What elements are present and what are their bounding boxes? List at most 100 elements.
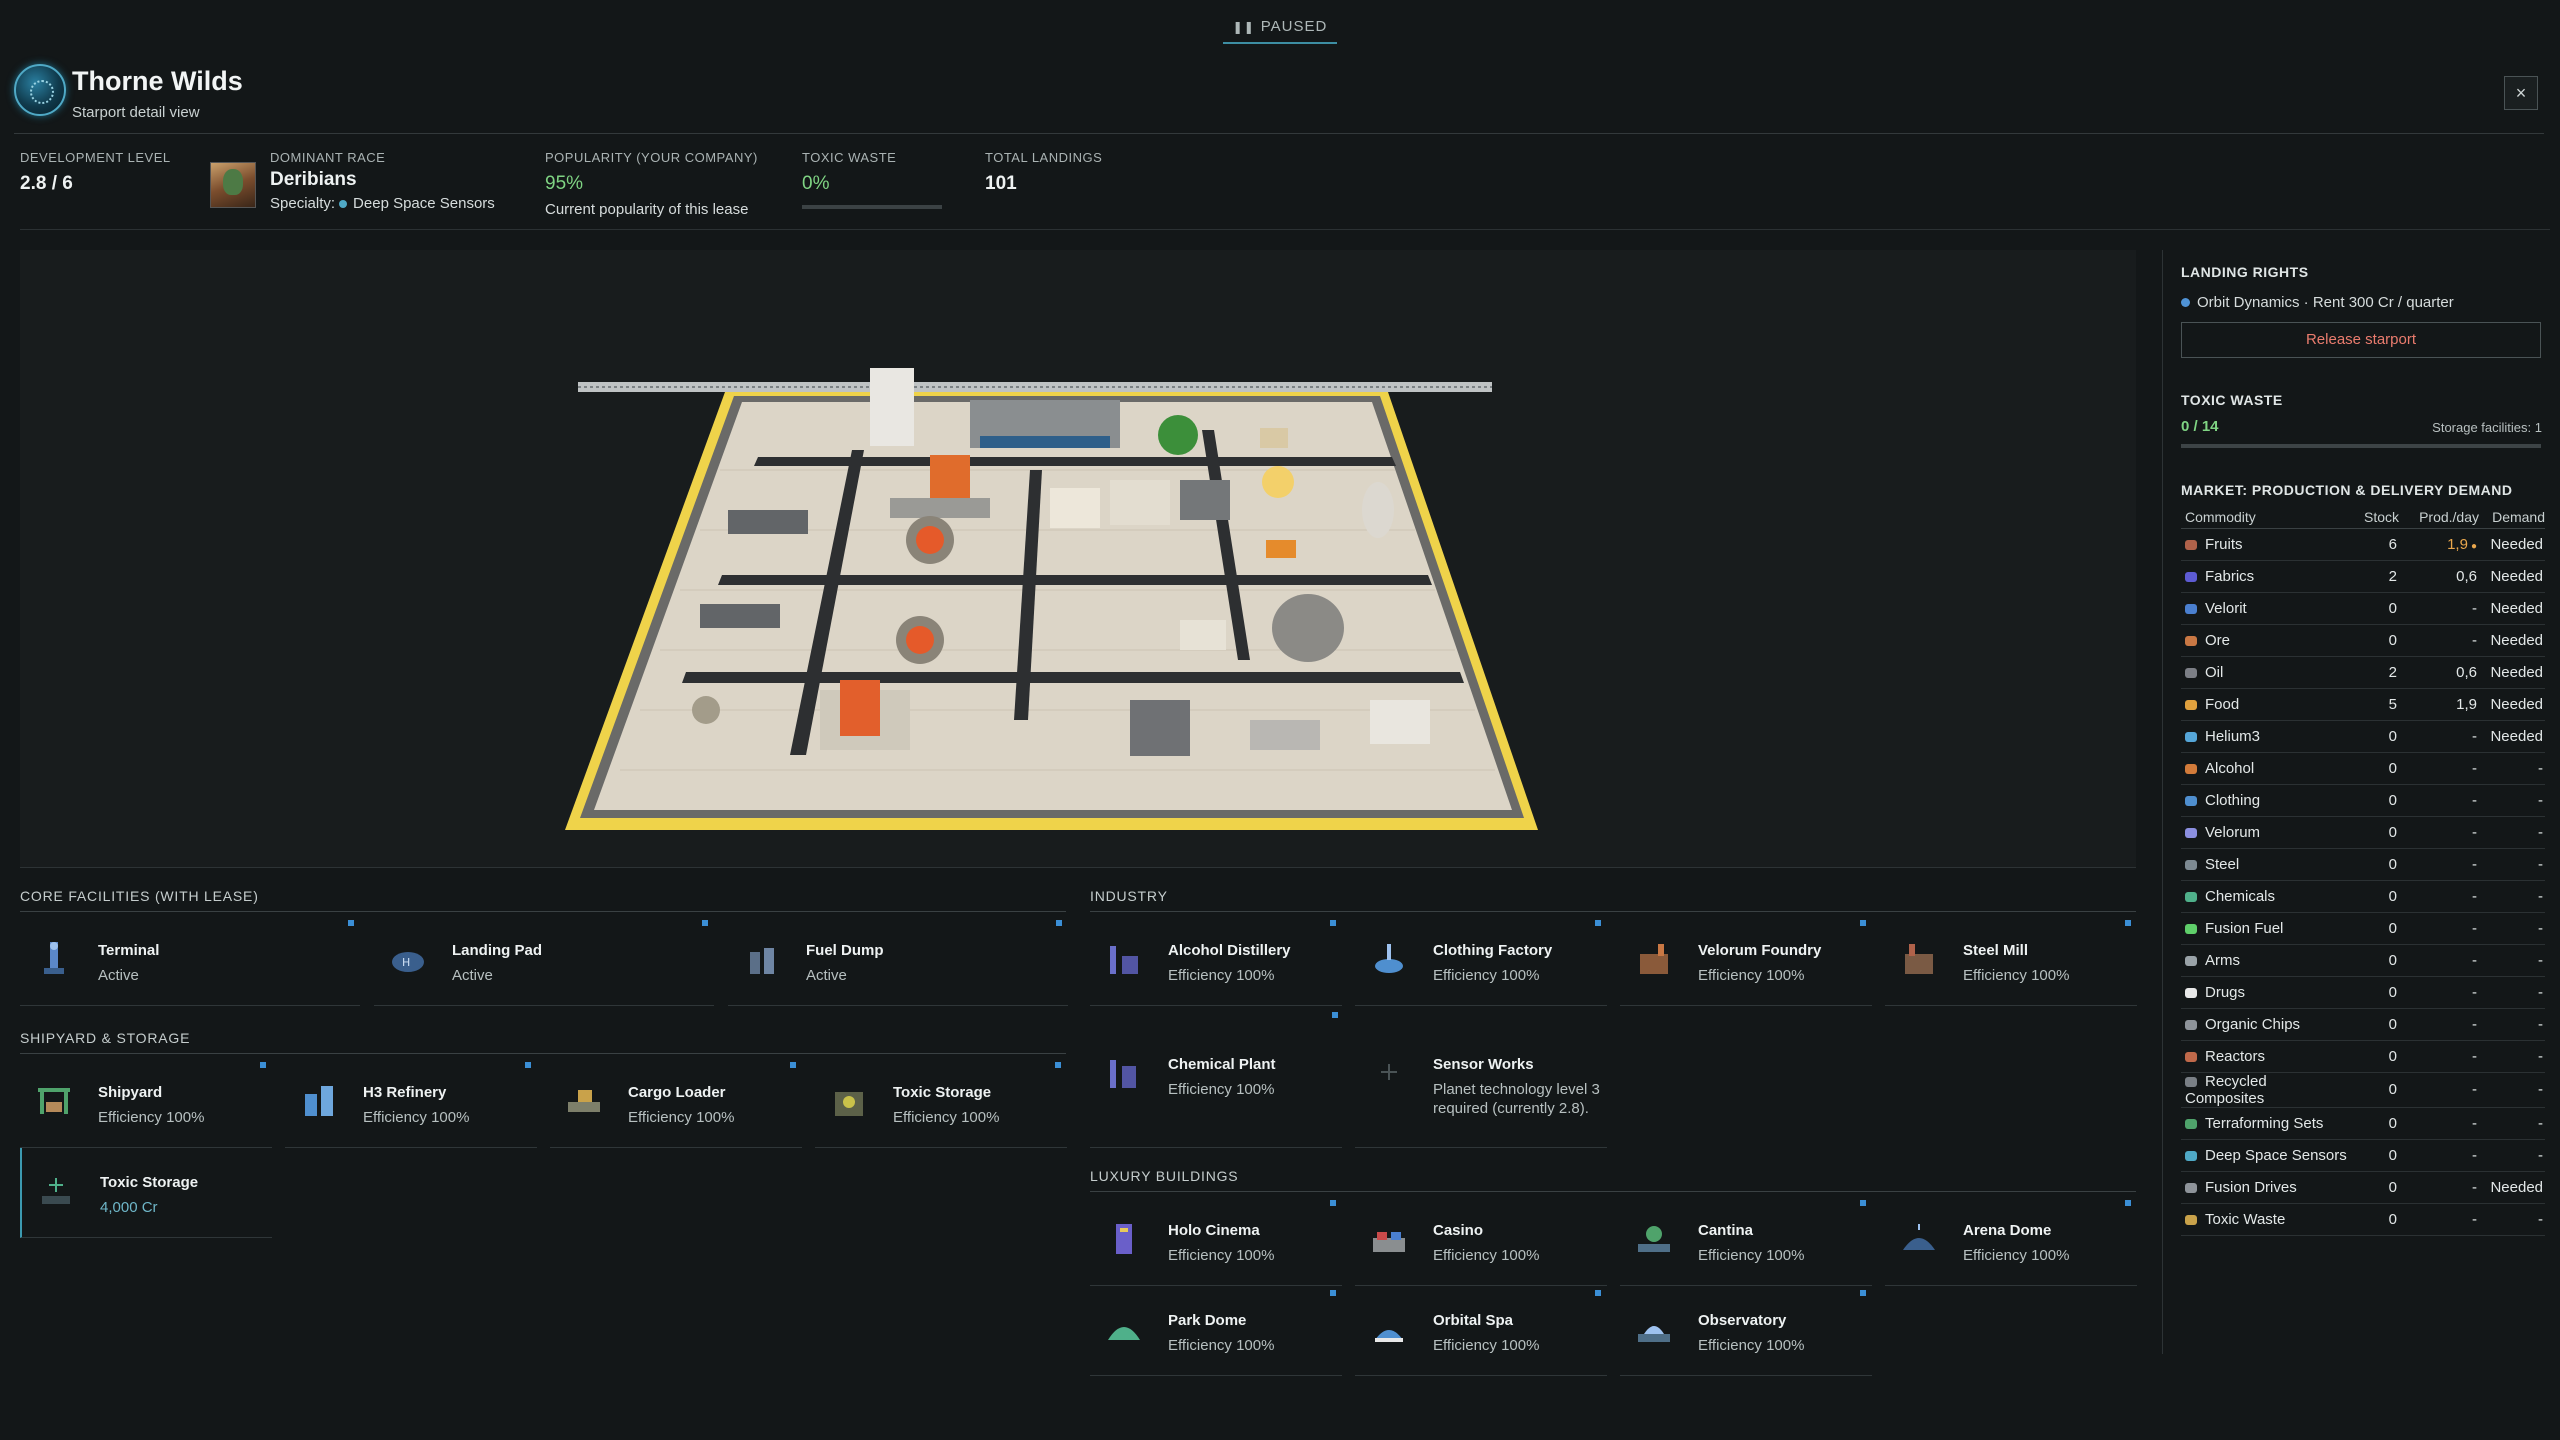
prod-cell: - <box>2399 1008 2479 1041</box>
demand-cell: - <box>2479 1072 2545 1108</box>
locked-card-sensor-works[interactable]: Sensor Works Planet technology level 3 r… <box>1355 1030 1607 1148</box>
market-row[interactable]: Fruits 6 1,9 ● Needed <box>2181 528 2545 561</box>
facility-card-holo-cinema[interactable]: Holo Cinema Efficiency 100% <box>1090 1196 1342 1286</box>
prod-value: - <box>2472 727 2477 745</box>
facility-card-chemical-plant[interactable]: Chemical Plant Efficiency 100% <box>1090 1030 1342 1148</box>
demand-cell: - <box>2479 976 2545 1009</box>
facility-card-alcohol-distillery[interactable]: Alcohol Distillery Efficiency 100% <box>1090 916 1342 1006</box>
corner-marker <box>1330 920 1336 926</box>
market-row[interactable]: Clothing 0 - - <box>2181 784 2545 817</box>
commodity-cell: Fusion Drives <box>2181 1171 2349 1204</box>
col-stock: Stock <box>2349 506 2399 529</box>
toxic-waste-title: TOXIC WASTE <box>2181 392 2283 408</box>
demand-cell: - <box>2479 1107 2545 1140</box>
market-row[interactable]: Velorum 0 - - <box>2181 816 2545 849</box>
market-row[interactable]: Drugs 0 - - <box>2181 976 2545 1009</box>
divider <box>20 911 1066 912</box>
market-row[interactable]: Chemicals 0 - - <box>2181 880 2545 913</box>
facility-name: Steel Mill <box>1963 942 2029 959</box>
build-card-toxic-storage[interactable]: Toxic Storage 4,000 Cr <box>20 1148 272 1238</box>
starport-map[interactable] <box>20 250 2136 868</box>
prod-cell: - <box>2399 944 2479 977</box>
prod-value: - <box>2472 1114 2477 1132</box>
starport-map-view[interactable] <box>20 250 2136 868</box>
shipyard-icon <box>38 1088 70 1114</box>
steel-mill-icon <box>1905 944 1933 974</box>
market-row[interactable]: Fabrics 2 0,6 Needed <box>2181 560 2545 593</box>
facility-card-h3-refinery[interactable]: H3 Refinery Efficiency 100% <box>285 1058 537 1148</box>
release-starport-button[interactable]: Release starport <box>2181 322 2541 358</box>
facility-card-arena-dome[interactable]: Arena Dome Efficiency 100% <box>1885 1196 2137 1286</box>
market-row[interactable]: Arms 0 - - <box>2181 944 2545 977</box>
facility-name: Terminal <box>98 942 160 959</box>
commodity-name: Terraforming Sets <box>2205 1114 2324 1132</box>
commodity-name: Reactors <box>2205 1047 2266 1065</box>
commodity-cell: Reactors <box>2181 1040 2349 1073</box>
market-row[interactable]: Recycled Composites 0 - - <box>2181 1072 2545 1108</box>
prod-value: - <box>2472 823 2477 841</box>
prod-value: - <box>2472 1146 2477 1164</box>
stat-toxic-waste: TOXIC WASTE 0% <box>802 150 952 209</box>
facility-card-terminal[interactable]: Terminal Active <box>20 916 360 1006</box>
commodity-name: Drugs <box>2205 983 2246 1001</box>
facility-card-velorum-foundry[interactable]: Velorum Foundry Efficiency 100% <box>1620 916 1872 1006</box>
prod-value: - <box>2472 599 2477 617</box>
facility-card-casino[interactable]: Casino Efficiency 100% <box>1355 1196 1607 1286</box>
corner-marker <box>1595 1290 1601 1296</box>
market-row[interactable]: Reactors 0 - - <box>2181 1040 2545 1073</box>
market-row[interactable]: Toxic Waste 0 - - <box>2181 1203 2545 1236</box>
facility-card-orbital-spa[interactable]: Orbital Spa Efficiency 100% <box>1355 1286 1607 1376</box>
prod-value: - <box>2472 983 2477 1001</box>
facility-card-clothing-factory[interactable]: Clothing Factory Efficiency 100% <box>1355 916 1607 1006</box>
facility-card-park-dome[interactable]: Park Dome Efficiency 100% <box>1090 1286 1342 1376</box>
market-row[interactable]: Terraforming Sets 0 - - <box>2181 1107 2545 1140</box>
market-row[interactable]: Ore 0 - Needed <box>2181 624 2545 657</box>
commodity-icon <box>2185 827 2197 838</box>
facility-card-observatory[interactable]: Observatory Efficiency 100% <box>1620 1286 1872 1376</box>
close-button[interactable]: × <box>2504 76 2538 110</box>
commodity-cell: Deep Space Sensors <box>2181 1139 2349 1172</box>
facility-name: Toxic Storage <box>893 1084 992 1101</box>
facility-card-cantina[interactable]: Cantina Efficiency 100% <box>1620 1196 1872 1286</box>
commodity-name: Alcohol <box>2205 759 2255 777</box>
stock-cell: 0 <box>2349 1107 2399 1140</box>
specialty-label: Specialty: <box>270 195 336 212</box>
holo-cinema-icon <box>1116 1224 1132 1254</box>
stock-cell: 0 <box>2349 624 2399 657</box>
facility-card-toxic-storage[interactable]: Toxic Storage Efficiency 100% <box>815 1058 1067 1148</box>
demand-cell: - <box>2479 880 2545 913</box>
commodity-icon <box>2185 795 2197 806</box>
facility-card-landing-pad[interactable]: H Landing Pad Active <box>374 916 714 1006</box>
market-row[interactable]: Steel 0 - - <box>2181 848 2545 881</box>
landing-rights-title: LANDING RIGHTS <box>2181 264 2309 280</box>
stat-label: DOMINANT RACE <box>270 150 386 165</box>
market-row[interactable]: Fusion Drives 0 - Needed <box>2181 1171 2545 1204</box>
race-name: Deribians <box>270 169 357 190</box>
market-row[interactable]: Helium3 0 - Needed <box>2181 720 2545 753</box>
market-row[interactable]: Organic Chips 0 - - <box>2181 1008 2545 1041</box>
market-row[interactable]: Alcohol 0 - - <box>2181 752 2545 785</box>
section-luxury-buildings: LUXURY BUILDINGS <box>1090 1168 1239 1184</box>
commodity-icon <box>2185 987 2197 998</box>
market-row[interactable]: Deep Space Sensors 0 - - <box>2181 1139 2545 1172</box>
stat-label: DEVELOPMENT LEVEL <box>20 150 171 165</box>
market-row[interactable]: Velorit 0 - Needed <box>2181 592 2545 625</box>
landing-rights-info: Orbit Dynamics · Rent 300 Cr / quarter <box>2181 294 2454 311</box>
market-row[interactable]: Food 5 1,9 Needed <box>2181 688 2545 721</box>
market-row[interactable]: Oil 2 0,6 Needed <box>2181 656 2545 689</box>
market-row[interactable]: Fusion Fuel 0 - - <box>2181 912 2545 945</box>
facility-card-shipyard[interactable]: Shipyard Efficiency 100% <box>20 1058 272 1148</box>
fuel-dump-icon <box>750 948 774 974</box>
facility-name: Holo Cinema <box>1168 1222 1260 1239</box>
commodity-name: Helium3 <box>2205 727 2261 745</box>
facility-card-cargo-loader[interactable]: Cargo Loader Efficiency 100% <box>550 1058 802 1148</box>
facility-card-steel-mill[interactable]: Steel Mill Efficiency 100% <box>1885 916 2137 1006</box>
prod-cell: 0,6 <box>2399 560 2479 593</box>
facility-name: Chemical Plant <box>1168 1056 1276 1073</box>
market-table: Commodity Stock Prod./day Demand Fruits 6… <box>2181 506 2545 1236</box>
paused-indicator[interactable]: ❚❚ PAUSED <box>1223 14 1337 44</box>
stat-development: DEVELOPMENT LEVEL 2.8 / 6 <box>20 150 171 195</box>
facility-status: Efficiency 100% <box>1963 967 2070 984</box>
facility-card-fuel-dump[interactable]: Fuel Dump Active <box>728 916 1068 1006</box>
commodity-icon <box>2185 571 2197 582</box>
